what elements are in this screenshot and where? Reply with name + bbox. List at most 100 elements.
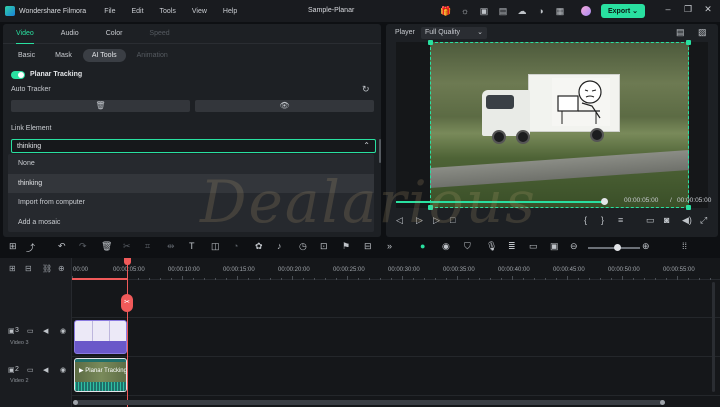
add-track-icon[interactable]: ⊞ — [9, 264, 16, 273]
save-icon[interactable]: ▤ — [497, 5, 509, 17]
monitor-icon[interactable]: ▭ — [646, 215, 655, 226]
select-tool-icon[interactable]: ⤴ — [26, 241, 35, 254]
link-icon[interactable]: ⛓ — [42, 264, 52, 273]
stabilize-icon[interactable]: ⊟ — [364, 241, 372, 252]
mark-in-icon[interactable]: { — [584, 215, 587, 225]
trim-icon[interactable]: ⇹ — [167, 241, 175, 252]
menu-file[interactable]: File — [104, 8, 115, 15]
clip-thinking[interactable] — [74, 320, 127, 354]
auto-ripple-icon[interactable]: ● — [420, 241, 425, 251]
folder-icon[interactable]: ▭ — [27, 366, 34, 374]
zoom-out-icon[interactable]: ⊖ — [570, 241, 578, 252]
split-scissor-icon[interactable]: ✂ — [121, 294, 133, 312]
link-element-select[interactable]: thinking ⌃ — [11, 139, 376, 153]
play-reverse-icon[interactable]: ▷ — [416, 215, 423, 226]
camera-icon[interactable]: ◙ — [664, 215, 669, 225]
previous-frame-icon[interactable]: ◁ — [396, 215, 403, 226]
color-icon[interactable]: ✿ — [255, 241, 263, 252]
tab-video[interactable]: Video — [16, 24, 34, 44]
mask-icon[interactable]: ⚑ — [342, 241, 350, 252]
close-icon[interactable]: ✕ — [698, 4, 718, 15]
more-tools-icon[interactable]: » — [387, 241, 392, 251]
subtab-basic[interactable]: Basic — [9, 49, 44, 62]
eye-icon[interactable]: ◉ — [60, 327, 66, 335]
tab-audio[interactable]: Audio — [61, 24, 79, 44]
feedback-icon[interactable]: ▣ — [478, 5, 490, 17]
voiceover-icon[interactable]: ≣ — [508, 241, 516, 252]
planar-tracking-toggle[interactable] — [11, 71, 25, 79]
text-icon[interactable]: T — [189, 241, 195, 251]
mic-icon[interactable]: 🎙 — [486, 241, 497, 252]
menu-tools[interactable]: Tools — [160, 8, 176, 15]
grid-view-icon[interactable]: ▤ — [676, 27, 685, 38]
cut-icon[interactable]: ✂ — [123, 241, 131, 252]
clip-planar-tracking[interactable]: ▶ Planar Tracking — [74, 358, 127, 392]
playhead[interactable] — [127, 258, 128, 407]
render-preview-icon[interactable]: ◉ — [442, 241, 450, 252]
menu-view[interactable]: View — [192, 8, 207, 15]
menu-help[interactable]: Help — [223, 8, 237, 15]
export-button[interactable]: Export ⌄ — [601, 4, 645, 18]
menu-edit[interactable]: Edit — [131, 8, 143, 15]
crop-icon[interactable]: ⌗ — [145, 241, 150, 252]
delete-tracker-button[interactable]: 🗑 — [11, 100, 190, 112]
gift-icon[interactable]: 🎁 — [440, 5, 452, 17]
stop-icon[interactable]: □ — [450, 215, 455, 225]
time-ruler[interactable]: 00:00 00:00:05:00 00:00:10:00 00:00:15:00 00… — [72, 258, 720, 280]
resize-handle[interactable] — [686, 40, 691, 45]
dropdown-option-import[interactable]: Import from computer — [8, 193, 374, 213]
panel-scrollbar[interactable] — [379, 139, 381, 163]
preview-tracker-button[interactable]: 👁 — [195, 100, 374, 112]
subtab-ai-tools[interactable]: AI Tools — [82, 48, 126, 62]
speed-icon[interactable]: ◷ — [299, 241, 307, 252]
dropdown-option-thinking[interactable]: thinking — [8, 173, 374, 193]
subtitle-icon[interactable]: ▭ — [529, 241, 538, 252]
resize-handle[interactable] — [428, 205, 433, 210]
restore-icon[interactable]: ❐ — [678, 4, 698, 15]
folder-icon[interactable]: ▭ — [27, 327, 34, 335]
track-manager-icon[interactable]: ⊟ — [25, 264, 32, 273]
crop-zoom-icon[interactable]: ◫ — [211, 241, 220, 252]
layout-icon[interactable]: ⊞ — [9, 241, 17, 252]
timeline-horizontal-scrollbar[interactable] — [73, 400, 665, 405]
tab-color[interactable]: Color — [106, 24, 123, 44]
timeline-settings-icon[interactable]: ⁞⁞ — [682, 241, 687, 251]
timeline-vertical-scrollbar[interactable] — [712, 282, 715, 392]
render-icon[interactable]: ≡ — [618, 215, 623, 225]
freeze-icon[interactable]: ◔ — [233, 241, 238, 251]
playback-progress[interactable] — [396, 198, 608, 205]
timeline[interactable]: ⊞ ⊟ ⛓ ⊕ ▣ 3 ▭ ◀ ◉ ▣ 2 ▭ ◀ ◉ Video 3 Vide… — [0, 258, 720, 407]
refresh-icon[interactable]: ↻ — [362, 84, 370, 95]
snapshot-icon[interactable]: ▣ — [550, 241, 559, 252]
snap-icon[interactable]: ⊕ — [58, 264, 65, 273]
subtab-mask[interactable]: Mask — [46, 49, 81, 62]
resize-handle[interactable] — [686, 205, 691, 210]
volume-icon[interactable]: ◀) — [682, 215, 692, 226]
avatar[interactable] — [581, 6, 591, 16]
grid-icon[interactable]: ▦ — [554, 5, 566, 17]
playhead-handle[interactable] — [124, 258, 131, 265]
mark-out-icon[interactable]: } — [601, 215, 604, 225]
volume-icon[interactable]: ◀ — [43, 366, 48, 374]
bulb-icon[interactable]: ☼ — [459, 5, 471, 17]
resize-handle[interactable] — [428, 40, 433, 45]
cloud-icon[interactable]: ☁ — [516, 5, 528, 17]
zoom-knob[interactable] — [614, 244, 621, 251]
snapshot-view-icon[interactable]: ▨ — [698, 27, 707, 38]
fullscreen-icon[interactable]: ⤢ — [700, 215, 707, 226]
ai-icon[interactable]: ⊡ — [320, 241, 328, 252]
undo-icon[interactable]: ↶ — [58, 241, 66, 252]
volume-icon[interactable]: ◀ — [43, 327, 48, 335]
minimize-icon[interactable]: – — [658, 4, 678, 15]
play-icon[interactable]: ▷ — [433, 215, 440, 226]
marker-icon[interactable]: ⛉ — [464, 241, 471, 252]
quality-select[interactable]: Full Quality ⌄ — [421, 27, 487, 39]
delete-icon[interactable]: 🗑 — [101, 241, 112, 252]
subtab-animation[interactable]: Animation — [128, 49, 177, 62]
eye-icon[interactable]: ◉ — [60, 366, 66, 374]
zoom-in-icon[interactable]: ⊕ — [642, 241, 650, 252]
preview-canvas[interactable] — [396, 40, 708, 210]
headset-icon[interactable]: ◑ — [535, 5, 547, 17]
tab-speed[interactable]: Speed — [149, 24, 169, 44]
redo-icon[interactable]: ↷ — [79, 241, 87, 252]
